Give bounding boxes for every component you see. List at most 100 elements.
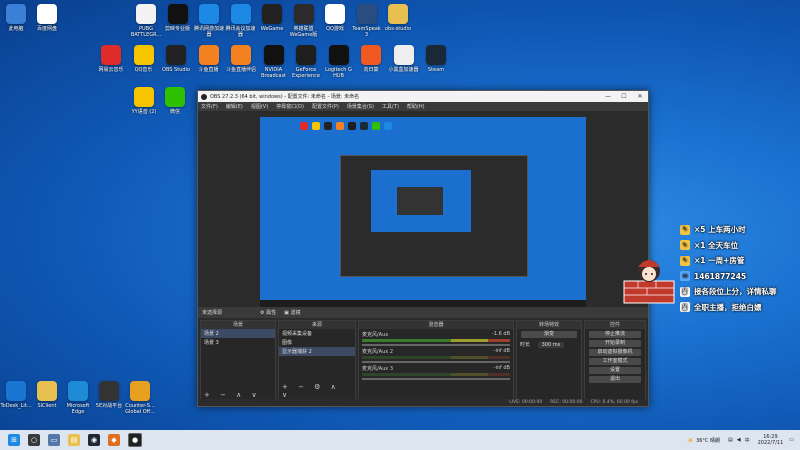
duration-field[interactable]: 300 ms (537, 342, 565, 348)
teamspeak-icon (356, 4, 377, 24)
exit-button[interactable]: 退出 (589, 376, 641, 383)
network-icon[interactable]: ▤ (728, 437, 733, 443)
desktop-icon[interactable]: 小黑盒加速器 (386, 45, 422, 73)
search-icon[interactable]: ○ (28, 434, 40, 446)
nested-preview-3 (397, 187, 443, 215)
source-toolbar: 未选择源 ⚙ 属性 ▣ 滤镜 (198, 307, 648, 318)
overlay-note-text: 全职主播，拒绝白嫖 (694, 302, 762, 312)
desktop-icon[interactable]: 向日葵 (353, 45, 389, 73)
mixer-channel[interactable]: 麦克风/Aux 2 -inf dB (362, 348, 510, 363)
obs-logo-icon (201, 93, 207, 100)
source-item[interactable]: 视频采集设备 (279, 329, 355, 338)
clock[interactable]: 16:29 2022/7/11 (758, 434, 784, 446)
desktop-icon[interactable]: QQ音乐 (126, 45, 162, 73)
qq-group-icon: ✉ (680, 271, 690, 282)
desktop-icon[interactable]: 斗鱼直播伴侣 (223, 45, 259, 73)
mixer-channel[interactable]: 麦克风/Aux 3 -inf dB (362, 365, 510, 380)
menu-item[interactable]: 帮助(H) (407, 103, 425, 110)
menu-item[interactable]: 编辑(E) (226, 103, 243, 110)
desktop-icon-label: obs-studio (385, 26, 411, 32)
desktop-icon-label: GeForce Experience (292, 67, 320, 79)
sources-panel: 来源 视频采集设备 图像 显示器捕获 2 + − ⚙ ∧ ∨ (278, 320, 356, 402)
source-controls[interactable]: + − ⚙ ∧ ∨ (282, 383, 355, 399)
overlay-note: ✎ ×5 上车两小时 (680, 222, 795, 238)
desktop-icon[interactable]: NVIDIA Broadcast (256, 45, 292, 79)
desktop-icon-label: 微信 (169, 109, 180, 115)
scene-item[interactable]: 场景 3 (201, 338, 275, 347)
desktop-icon[interactable]: Counter-S... Global Off... (122, 381, 158, 415)
obs-status-bar: LIVE: 00:00:00 REC: 00:00:00 CPU: 6.4%, … (198, 399, 648, 406)
transition-select[interactable]: 渐变 (521, 331, 577, 338)
scene-item[interactable]: 场景 2 (201, 329, 275, 338)
nested-preview (340, 155, 528, 277)
transitions-header: 转场特效 (517, 321, 581, 329)
desktop-icon[interactable]: 斗鱼直播 (191, 45, 227, 73)
menu-item[interactable]: 工具(T) (382, 103, 399, 110)
desktop-icon[interactable]: Steam (418, 45, 454, 73)
wegame-icon (262, 4, 282, 24)
nvidia-broadcast-icon (263, 45, 284, 65)
desktop-icon-label: Logitech G HUB (325, 67, 352, 79)
desktop-icon[interactable]: 网易云音乐 (93, 45, 129, 73)
computer-icon (6, 4, 26, 24)
desktop-icon-label: 斗鱼直播伴侣 (225, 67, 256, 73)
settings-button[interactable]: 设置 (589, 367, 641, 374)
studio-mode-button[interactable]: 工作室模式 (589, 358, 641, 365)
desktop-icon[interactable]: obs-studio (380, 4, 416, 32)
menu-item[interactable]: 场景集合(S) (347, 103, 374, 110)
volume-icon[interactable]: ◀ (737, 437, 741, 443)
xiaoheihe-icon (393, 45, 414, 65)
filters-button[interactable]: ▣ 滤镜 (284, 309, 300, 316)
obs-taskbar-icon[interactable]: ● (128, 433, 142, 447)
mixer-channel[interactable]: 麦克风/Aux -1.6 dB (362, 331, 510, 346)
menu-item[interactable]: 停靠窗口(D) (276, 103, 304, 110)
file-explorer-icon[interactable]: ▤ (68, 434, 80, 446)
close-button[interactable]: ✕ (632, 93, 648, 100)
properties-button[interactable]: ⚙ 属性 (260, 309, 276, 316)
mixer-header: 混音器 (359, 321, 513, 329)
obs-window[interactable]: OBS 27.2.3 (64 bit, windows) - 配置文件: 未命名… (197, 90, 649, 407)
weather-text[interactable]: 36°C 晴朗 (696, 437, 720, 444)
virtual-camera-button[interactable]: 启动虚拟摄像机 (589, 349, 641, 356)
steam-taskbar-icon[interactable]: ◉ (88, 434, 100, 446)
qqmusic-icon (133, 45, 154, 65)
scene-controls[interactable]: + − ∧ ∨ (204, 391, 261, 399)
preview-desktop-icon (312, 122, 320, 130)
qqgame-icon (325, 4, 345, 24)
desktop-icon[interactable]: 百度网盘 (29, 4, 65, 32)
ime-icon[interactable]: 中 (745, 437, 750, 444)
volume-slider[interactable] (362, 361, 510, 363)
live-status: LIVE: 00:00:00 (509, 400, 543, 405)
desktop-icon[interactable]: Logitech G HUB (321, 45, 357, 79)
maximize-button[interactable]: ☐ (616, 93, 632, 100)
menu-item[interactable]: 视图(V) (251, 103, 268, 110)
volume-slider[interactable] (362, 344, 510, 346)
menu-item[interactable]: 文件(F) (201, 103, 218, 110)
minimize-button[interactable]: — (600, 93, 616, 100)
desktop-icon[interactable]: GeForce Experience (288, 45, 324, 79)
obs-title-bar[interactable]: OBS 27.2.3 (64 bit, windows) - 配置文件: 未命名… (198, 91, 648, 102)
desktop-icon[interactable]: 微信 (157, 87, 193, 115)
todesk-icon (6, 381, 26, 401)
overlay-note-text: 接各段位上分，详情私聊 (694, 287, 777, 297)
menu-item[interactable]: 配置文件(P) (312, 103, 339, 110)
desktop-icon[interactable]: OBS Studio (158, 45, 194, 73)
geforce-icon (296, 45, 316, 65)
preview-desktop-icon (324, 122, 332, 130)
audio-meter (362, 339, 510, 342)
source-item[interactable]: 显示器捕获 2 (279, 347, 355, 356)
obs-preview[interactable] (260, 117, 586, 307)
preview-desktop-icon (372, 122, 380, 130)
task-view-icon[interactable]: ▭ (48, 434, 60, 446)
desktop-icon-label: Steam (427, 67, 445, 73)
volume-slider[interactable] (362, 378, 510, 380)
source-item[interactable]: 图像 (279, 338, 355, 347)
cpu-status: CPU: 6.4%, 60.00 fps (590, 400, 639, 405)
start-record-button[interactable]: 开始录制 (589, 340, 641, 347)
tencent-accel-icon (199, 4, 219, 24)
douyu-taskbar-icon[interactable]: ◆ (108, 434, 120, 446)
stop-stream-button[interactable]: 停止推流 (589, 331, 641, 338)
scenes-header: 场景 (201, 321, 275, 329)
notification-icon[interactable]: ▭ (789, 437, 794, 443)
start-button[interactable]: ⊞ (8, 434, 20, 446)
